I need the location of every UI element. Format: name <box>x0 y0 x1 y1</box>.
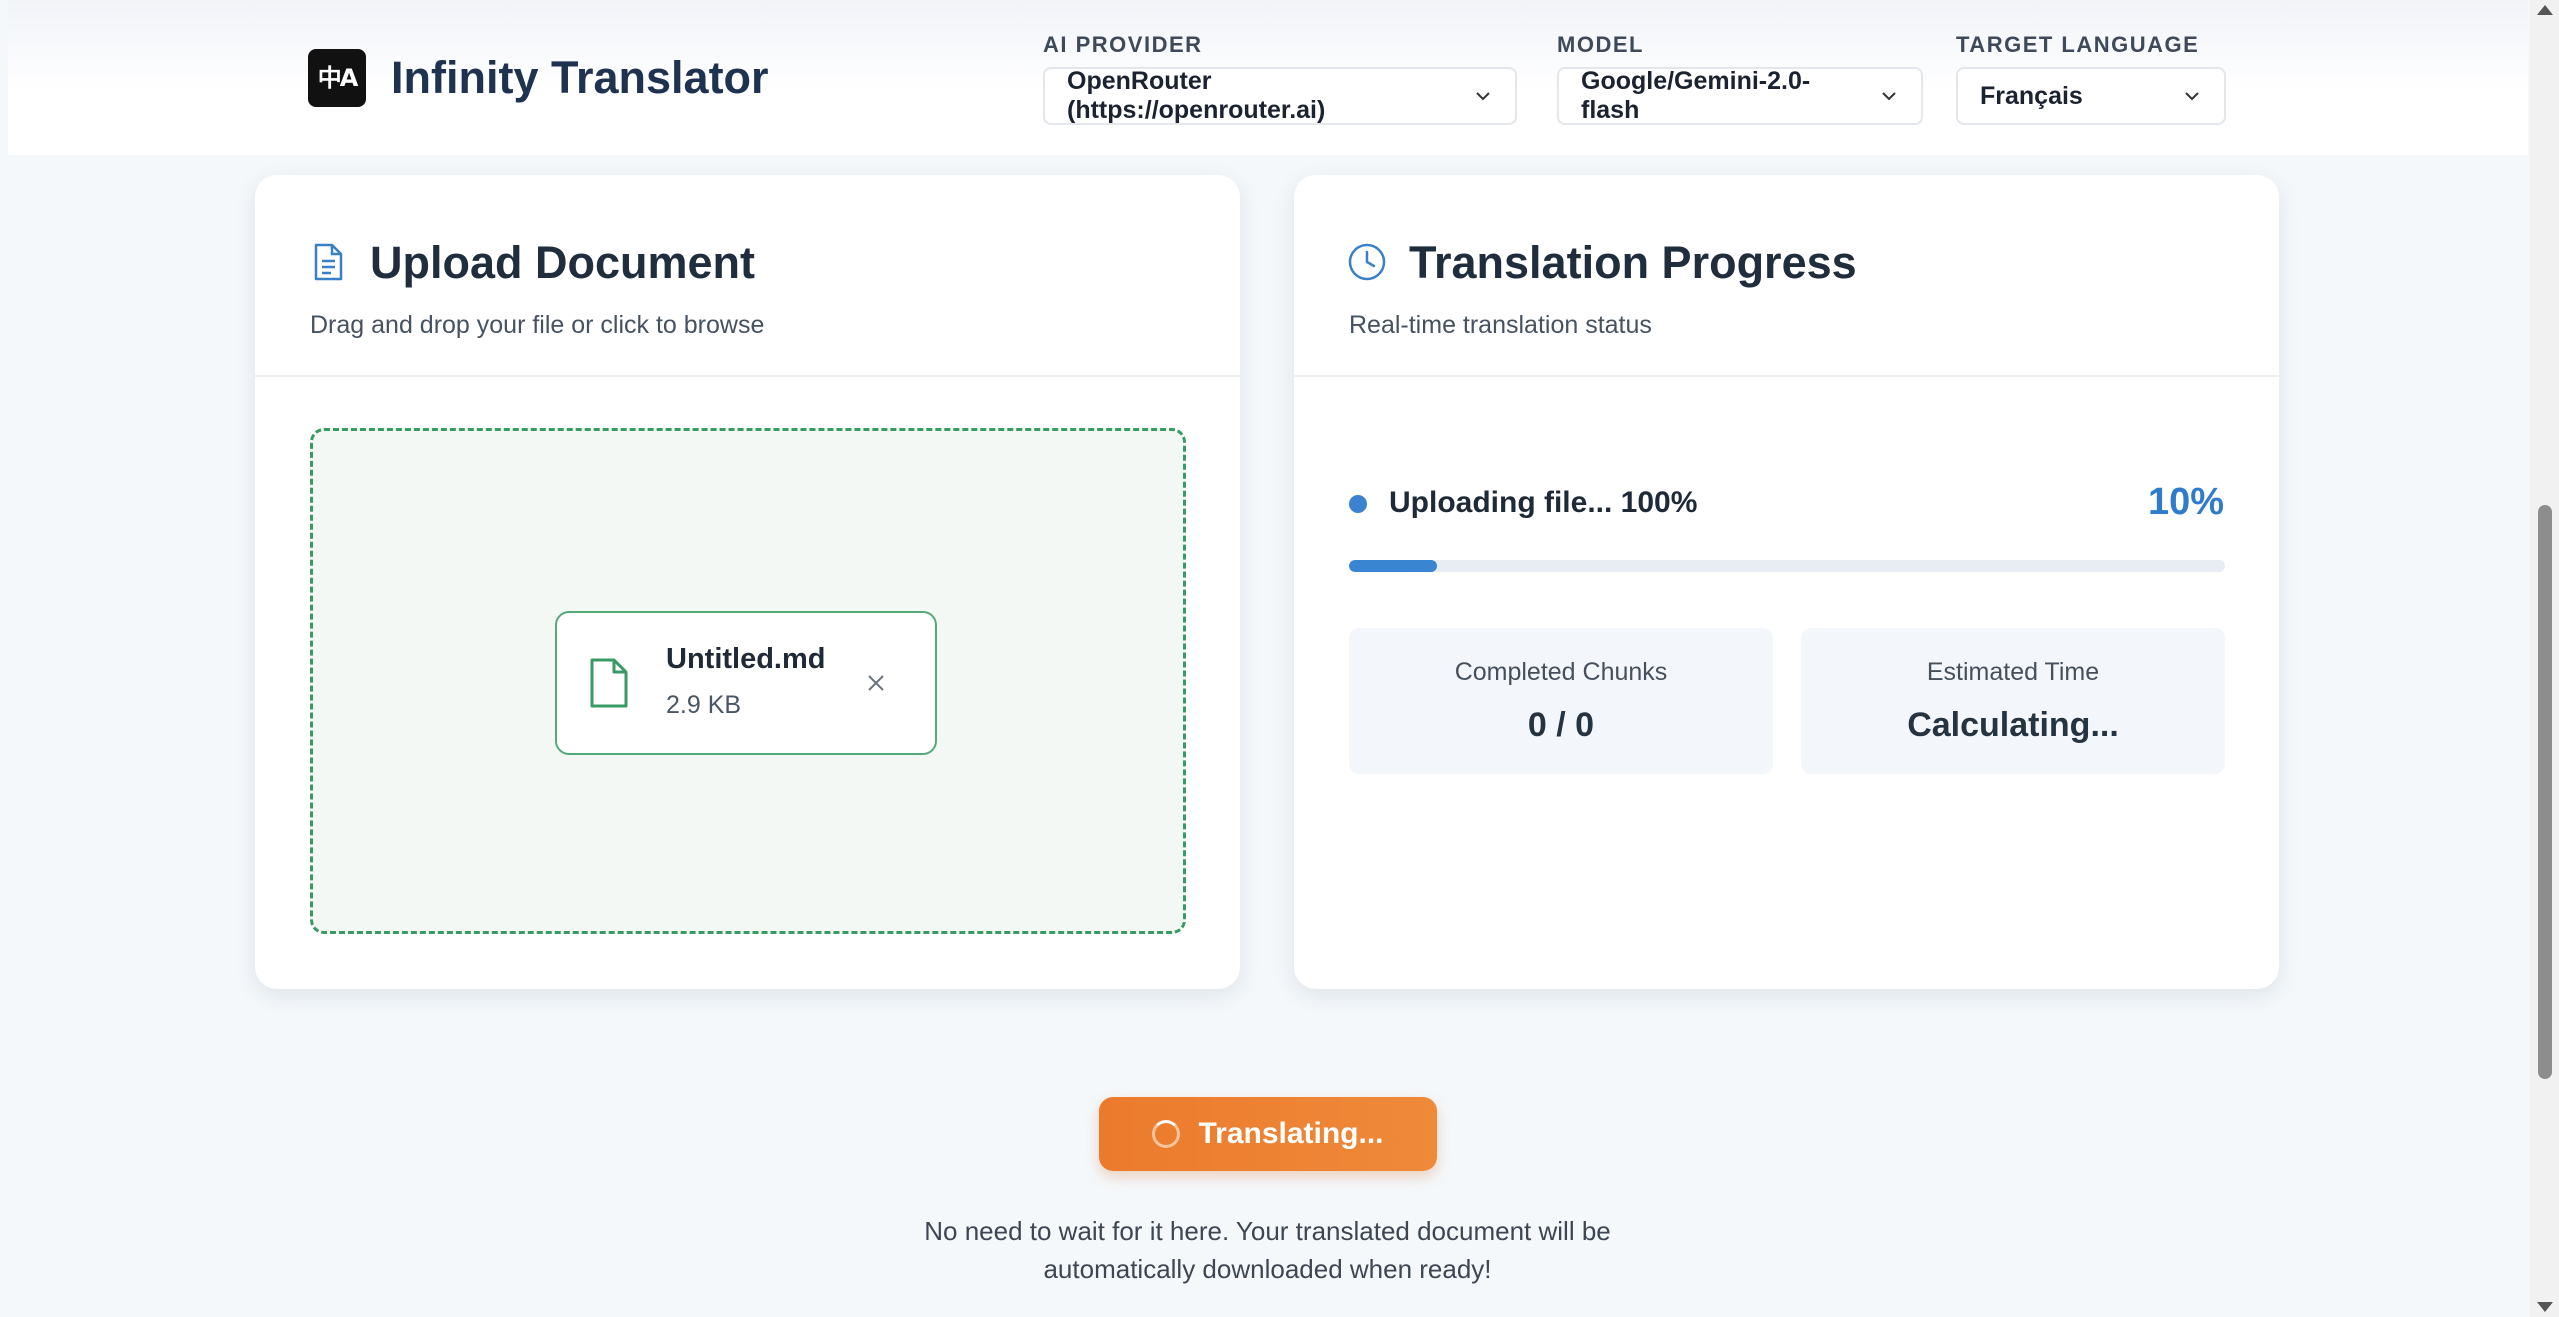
provider-value: OpenRouter (https://openrouter.ai) <box>1067 67 1326 124</box>
selected-file: Untitled.md 2.9 KB <box>555 611 937 755</box>
completed-chunks-label: Completed Chunks <box>1454 658 1668 686</box>
document-icon <box>314 243 343 281</box>
upload-card-header: Upload Document Drag and drop your file … <box>255 175 1240 377</box>
model-label: MODEL <box>1557 32 1644 57</box>
progress-bar-fill <box>1349 560 1437 572</box>
language-label: TARGET LANGUAGE <box>1956 32 2200 57</box>
language-value: Français <box>1980 81 2083 110</box>
file-size: 2.9 KB <box>666 691 742 719</box>
progress-subtitle: Real-time translation status <box>1349 311 1652 339</box>
progress-percent: 10% <box>2147 481 2224 523</box>
spinner-icon <box>1152 1120 1181 1148</box>
completed-chunks-box: Completed Chunks 0 / 0 <box>1349 628 1773 774</box>
scroll-thumb[interactable] <box>2538 505 2552 1079</box>
progress-bar <box>1349 560 2225 572</box>
vertical-scrollbar[interactable] <box>2530 0 2559 1317</box>
download-note: No need to wait for it here. Your transl… <box>800 1212 1735 1288</box>
estimated-time-label: Estimated Time <box>1926 658 2100 686</box>
file-name: Untitled.md <box>666 643 826 675</box>
translate-logo-icon: 中A <box>308 49 366 107</box>
chevron-down-icon <box>2185 92 2199 101</box>
clock-icon <box>1348 243 1386 281</box>
status-dot <box>1349 495 1367 513</box>
language-select[interactable]: Français <box>1956 67 2226 125</box>
download-note-line1: No need to wait for it here. Your transl… <box>924 1216 1611 1246</box>
chevron-down-icon <box>1476 92 1490 101</box>
page: 中A Infinity Translator AI PROVIDER OpenR… <box>0 0 2530 1317</box>
progress-card-header: Translation Progress Real-time translati… <box>1294 175 2279 377</box>
completed-chunks-value: 0 / 0 <box>1527 706 1595 744</box>
close-icon[interactable] <box>860 667 892 699</box>
scroll-down-icon[interactable] <box>2537 1302 2553 1312</box>
app-header: 中A Infinity Translator AI PROVIDER OpenR… <box>8 0 2528 155</box>
estimated-time-value: Calculating... <box>1907 706 2119 744</box>
progress-card: Translation Progress Real-time translati… <box>1294 175 2279 989</box>
file-dropzone[interactable]: Untitled.md 2.9 KB <box>310 428 1186 934</box>
scroll-up-icon[interactable] <box>2537 5 2553 15</box>
file-icon <box>590 658 628 708</box>
provider-label: AI PROVIDER <box>1043 32 1203 57</box>
upload-subtitle: Drag and drop your file or click to brow… <box>310 311 765 339</box>
model-select[interactable]: Google/Gemini-2.0-flash <box>1557 67 1923 125</box>
translate-button[interactable]: Translating... <box>1099 1097 1437 1171</box>
app-title: Infinity Translator <box>391 52 769 103</box>
model-value: Google/Gemini-2.0-flash <box>1581 67 1811 124</box>
progress-title: Translation Progress <box>1409 237 1857 288</box>
download-note-line2: automatically downloaded when ready! <box>1043 1254 1492 1284</box>
upload-card: Upload Document Drag and drop your file … <box>255 175 1240 989</box>
upload-title: Upload Document <box>370 237 756 288</box>
chevron-down-icon <box>1882 92 1896 101</box>
status-text: Uploading file... 100% <box>1389 486 1698 519</box>
translate-button-label: Translating... <box>1198 1117 1384 1150</box>
provider-select[interactable]: OpenRouter (https://openrouter.ai) <box>1043 67 1517 125</box>
estimated-time-box: Estimated Time Calculating... <box>1801 628 2225 774</box>
